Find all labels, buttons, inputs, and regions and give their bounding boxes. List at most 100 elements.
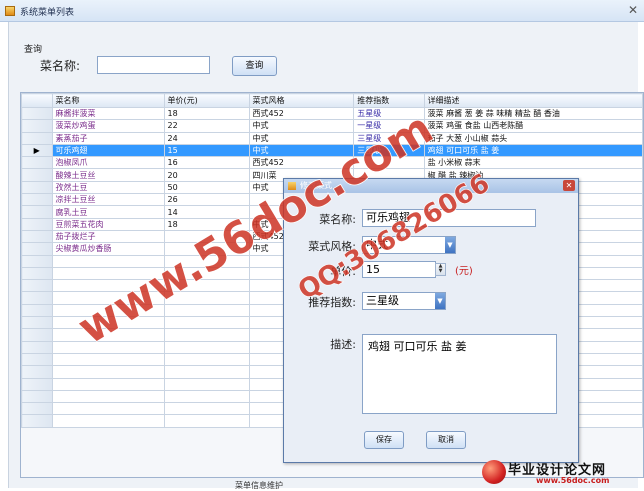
row-header[interactable]	[21, 217, 53, 231]
cell-name[interactable]: 孜然土豆	[51, 180, 165, 195]
price-spinner[interactable]: ▲ ▼	[435, 263, 446, 276]
empty-cell	[51, 254, 165, 268]
dialog-close-icon[interactable]: ✕	[563, 180, 575, 191]
cell-style[interactable]: 中式	[248, 119, 355, 133]
dialog-style-label: 菜式风格:	[308, 240, 356, 253]
cell-description[interactable]: 菠菜 鸡蛋 食盐 山西老陈醋	[423, 119, 643, 133]
empty-cell	[21, 316, 53, 330]
footer-logo: 毕业设计论文网 www.56doc.com	[480, 457, 644, 488]
window-title: 系统菜单列表	[20, 8, 75, 18]
dialog-description-label: 描述:	[330, 338, 356, 351]
cell-price[interactable]: 16	[163, 156, 250, 170]
cancel-button[interactable]: 取消	[426, 431, 466, 449]
cell-rating[interactable]: 一星级	[353, 119, 425, 133]
cell-price[interactable]: 20	[163, 168, 250, 182]
cell-name[interactable]: 酸辣土豆丝	[51, 168, 165, 182]
table-row[interactable]: 菠菜炒鸡蛋 22 中式 一星级 菠菜 鸡蛋 食盐 山西老陈醋	[21, 119, 643, 133]
dialog-description-textarea[interactable]: 鸡翅 可口可乐 盐 姜	[362, 334, 557, 414]
row-header[interactable]	[21, 106, 53, 121]
cell-name[interactable]: 豆煎菜五花肉	[51, 217, 165, 231]
table-row[interactable]: 麻酱拌菠菜 18 西式452 五星级 菠菜 麻酱 葱 姜 蒜 味精 精盐 醋 香油	[21, 106, 643, 121]
row-header[interactable]	[21, 242, 53, 256]
cell-price[interactable]: 50	[163, 180, 250, 195]
close-icon[interactable]: ✕	[628, 3, 638, 17]
cell-price[interactable]: 24	[163, 131, 250, 145]
cell-rating[interactable]: 三星级	[353, 143, 425, 158]
dialog-rating-select[interactable]: 三星级 ▼	[362, 292, 446, 310]
row-header-corner[interactable]	[21, 93, 53, 108]
empty-cell	[51, 303, 165, 318]
cell-price[interactable]: 26	[163, 193, 250, 207]
dialog-price-input[interactable]: 15	[362, 261, 436, 278]
row-header[interactable]	[21, 119, 53, 133]
row-header[interactable]	[21, 229, 53, 244]
dialog-style-select[interactable]: 中式 ▼	[362, 236, 456, 254]
dialog-name-input[interactable]: 可乐鸡翅	[362, 209, 536, 227]
dish-name-search-input[interactable]	[97, 56, 210, 74]
row-header[interactable]	[21, 180, 53, 195]
cell-name[interactable]: 麻酱拌菠菜	[51, 106, 165, 121]
cell-rating-text: 三星级	[357, 133, 382, 143]
cell-description[interactable]: 鸡翅 可口可乐 盐 姜	[423, 143, 643, 158]
cell-name[interactable]: 菠菜炒鸡蛋	[51, 119, 165, 133]
cell-description[interactable]: 菠菜 麻酱 葱 姜 蒜 味精 精盐 醋 香油	[423, 106, 643, 121]
cell-price[interactable]: 15	[163, 143, 250, 158]
column-header-style[interactable]: 菜式风格	[248, 93, 355, 108]
table-row[interactable]: 素蒸茄子 24 中式 三星级 茄子 大葱 小山椒 蒜头	[21, 131, 643, 145]
cell-name[interactable]: 可乐鸡翅	[51, 143, 165, 158]
column-header-name[interactable]: 菜名称	[51, 93, 165, 108]
cell-name[interactable]: 尖椒黄瓜炒香肠	[51, 242, 165, 256]
cell-rating[interactable]	[353, 156, 425, 170]
cell-price-text: 26	[167, 195, 178, 205]
cell-description[interactable]: 盐 小米椒 蒜末	[423, 156, 643, 170]
empty-cell	[21, 377, 53, 391]
current-row-indicator-icon[interactable]: ▶	[21, 143, 53, 158]
cell-price[interactable]: 18	[163, 217, 250, 231]
row-header[interactable]	[21, 168, 53, 182]
cell-name[interactable]: 素蒸茄子	[51, 131, 165, 145]
cell-style[interactable]: 西式452	[248, 156, 355, 170]
column-header-rating[interactable]: 推荐指数	[353, 93, 425, 108]
cell-price[interactable]	[163, 229, 250, 244]
row-header[interactable]	[21, 193, 53, 207]
cell-rating[interactable]: 三星级	[353, 131, 425, 145]
empty-cell	[21, 402, 53, 416]
empty-cell	[51, 291, 165, 305]
cell-price[interactable]	[163, 242, 250, 256]
cell-style[interactable]: 西式452	[248, 106, 355, 121]
cell-description-text: 菠菜 鸡蛋 食盐 山西老陈醋	[427, 121, 524, 131]
cell-description[interactable]: 茄子 大葱 小山椒 蒜头	[423, 131, 643, 145]
table-row[interactable]: ▶ 可乐鸡翅 15 中式 三星级 鸡翅 可口可乐 盐 姜	[21, 143, 643, 158]
row-header[interactable]	[21, 131, 53, 145]
cell-style-text: 中式	[252, 121, 269, 131]
column-header-description[interactable]: 详细描述	[423, 93, 643, 108]
cell-style-text: 中式	[252, 146, 269, 156]
cell-name[interactable]: 泡椒凤爪	[51, 156, 165, 170]
empty-cell	[163, 340, 250, 354]
cell-name-text: 豆煎菜五花肉	[55, 219, 104, 229]
cell-price[interactable]: 18	[163, 106, 250, 121]
cell-price[interactable]: 14	[163, 205, 250, 219]
cell-name[interactable]: 茄子拨烂子	[51, 229, 165, 244]
price-unit-label: (元)	[455, 266, 473, 277]
cell-style[interactable]: 中式	[248, 131, 355, 145]
cell-name[interactable]: 腐乳土豆	[51, 205, 165, 219]
cell-price[interactable]: 22	[163, 119, 250, 133]
empty-cell	[51, 352, 165, 367]
query-button[interactable]: 查询	[232, 56, 277, 76]
dialog-style-value: 中式	[366, 238, 388, 251]
column-header-price[interactable]: 单价(元)	[163, 93, 250, 108]
table-row[interactable]: 泡椒凤爪 16 西式452 盐 小米椒 蒜末	[21, 156, 643, 170]
save-button[interactable]: 保存	[364, 431, 404, 449]
dialog-title-bar[interactable]: 修改菜式 ✕	[284, 179, 578, 193]
row-header[interactable]	[21, 156, 53, 170]
cell-name[interactable]: 凉拌土豆丝	[51, 193, 165, 207]
cell-price-text: 20	[167, 170, 178, 180]
chevron-down-icon[interactable]: ▼	[445, 237, 455, 253]
row-header[interactable]	[21, 205, 53, 219]
empty-cell	[163, 377, 250, 391]
empty-cell	[163, 254, 250, 268]
cell-rating[interactable]: 五星级	[353, 106, 425, 121]
cell-style[interactable]: 中式	[248, 143, 355, 158]
chevron-down-icon[interactable]: ▼	[435, 293, 445, 309]
